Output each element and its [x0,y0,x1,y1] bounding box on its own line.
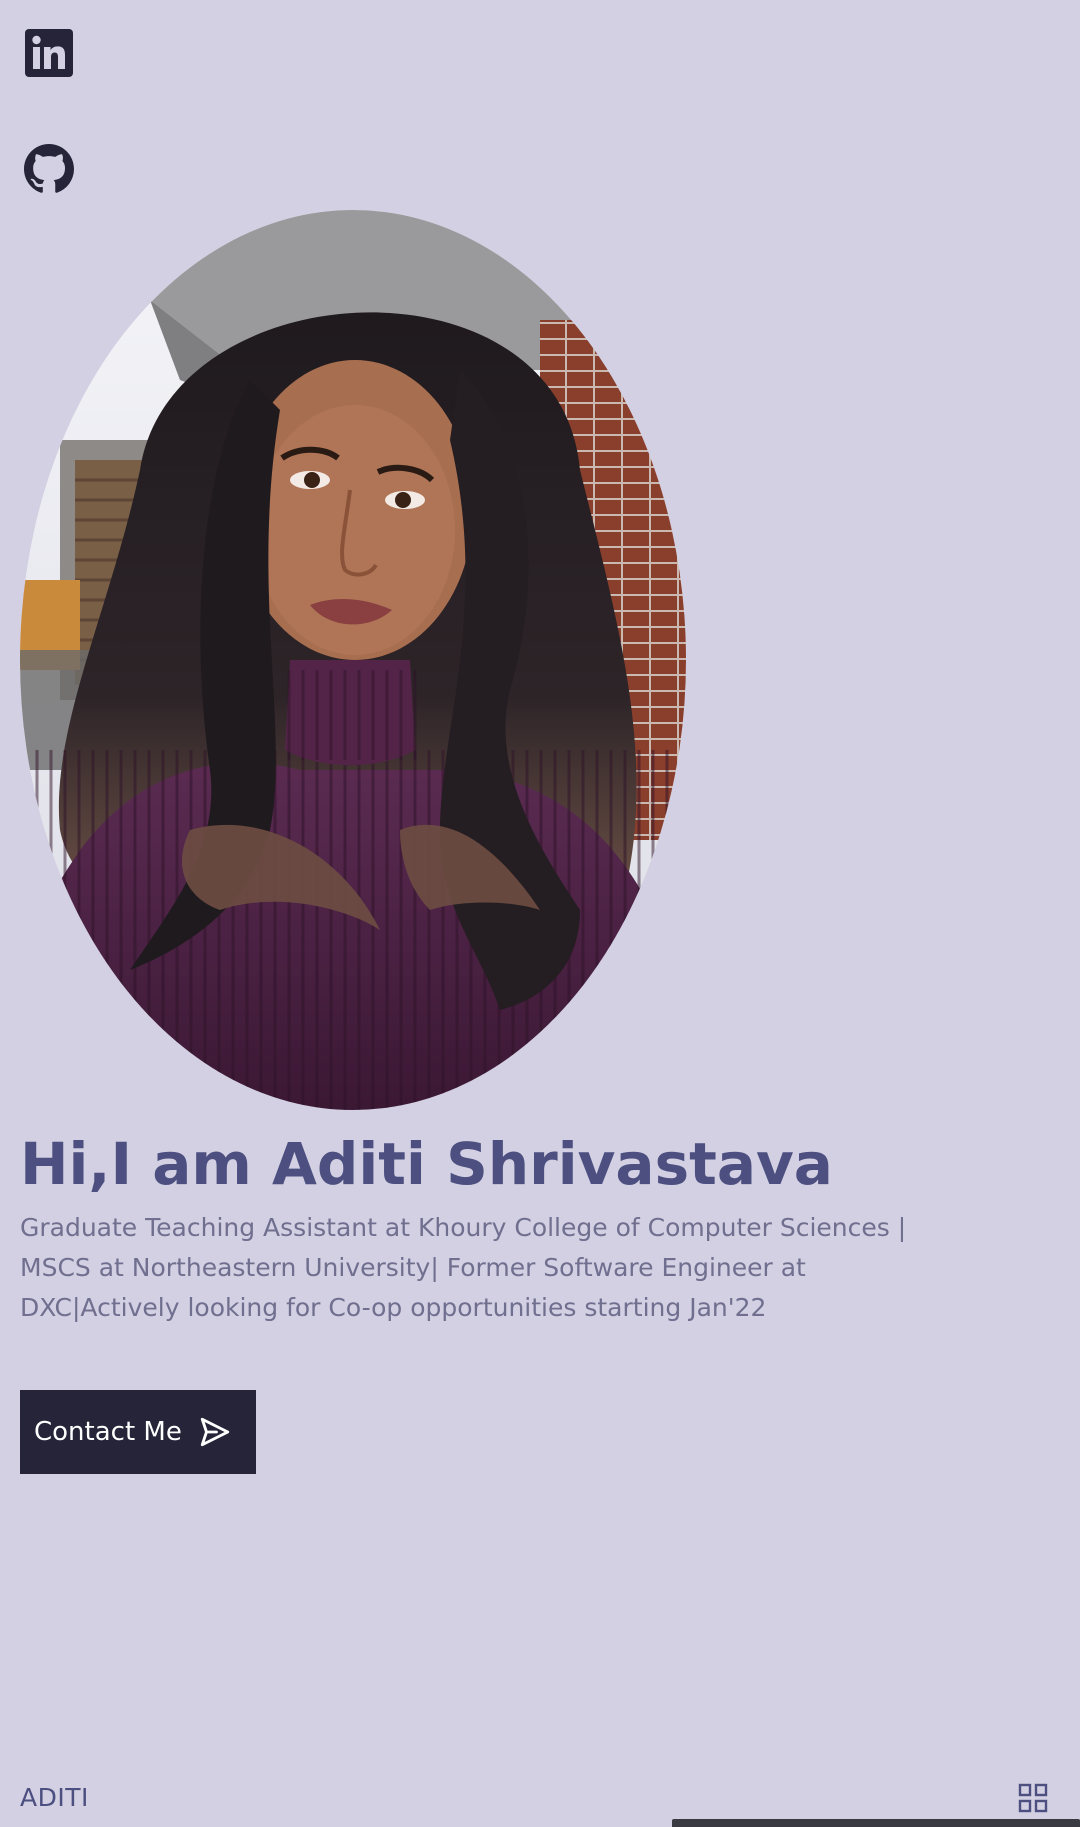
scrollbar-thumb[interactable] [672,1819,1080,1827]
linkedin-icon [24,28,74,78]
page: Hi,I am Aditi Shrivastava Graduate Teach… [0,0,1080,1827]
profile-photo [20,210,686,1110]
contact-me-label: Contact Me [34,1417,182,1447]
bottom-navbar: ADITI [0,1767,1080,1827]
grid-menu-icon[interactable] [1018,1783,1048,1813]
send-icon [198,1415,232,1449]
hero-description: Graduate Teaching Assistant at Khoury Co… [20,1213,907,1322]
brand-logo[interactable]: ADITI [20,1783,89,1812]
linkedin-link[interactable] [24,28,74,78]
github-icon [24,144,74,194]
contact-me-button[interactable]: Contact Me [20,1390,256,1474]
github-link[interactable] [24,144,74,194]
hero-title: Hi,I am Aditi Shrivastava [20,1130,833,1198]
